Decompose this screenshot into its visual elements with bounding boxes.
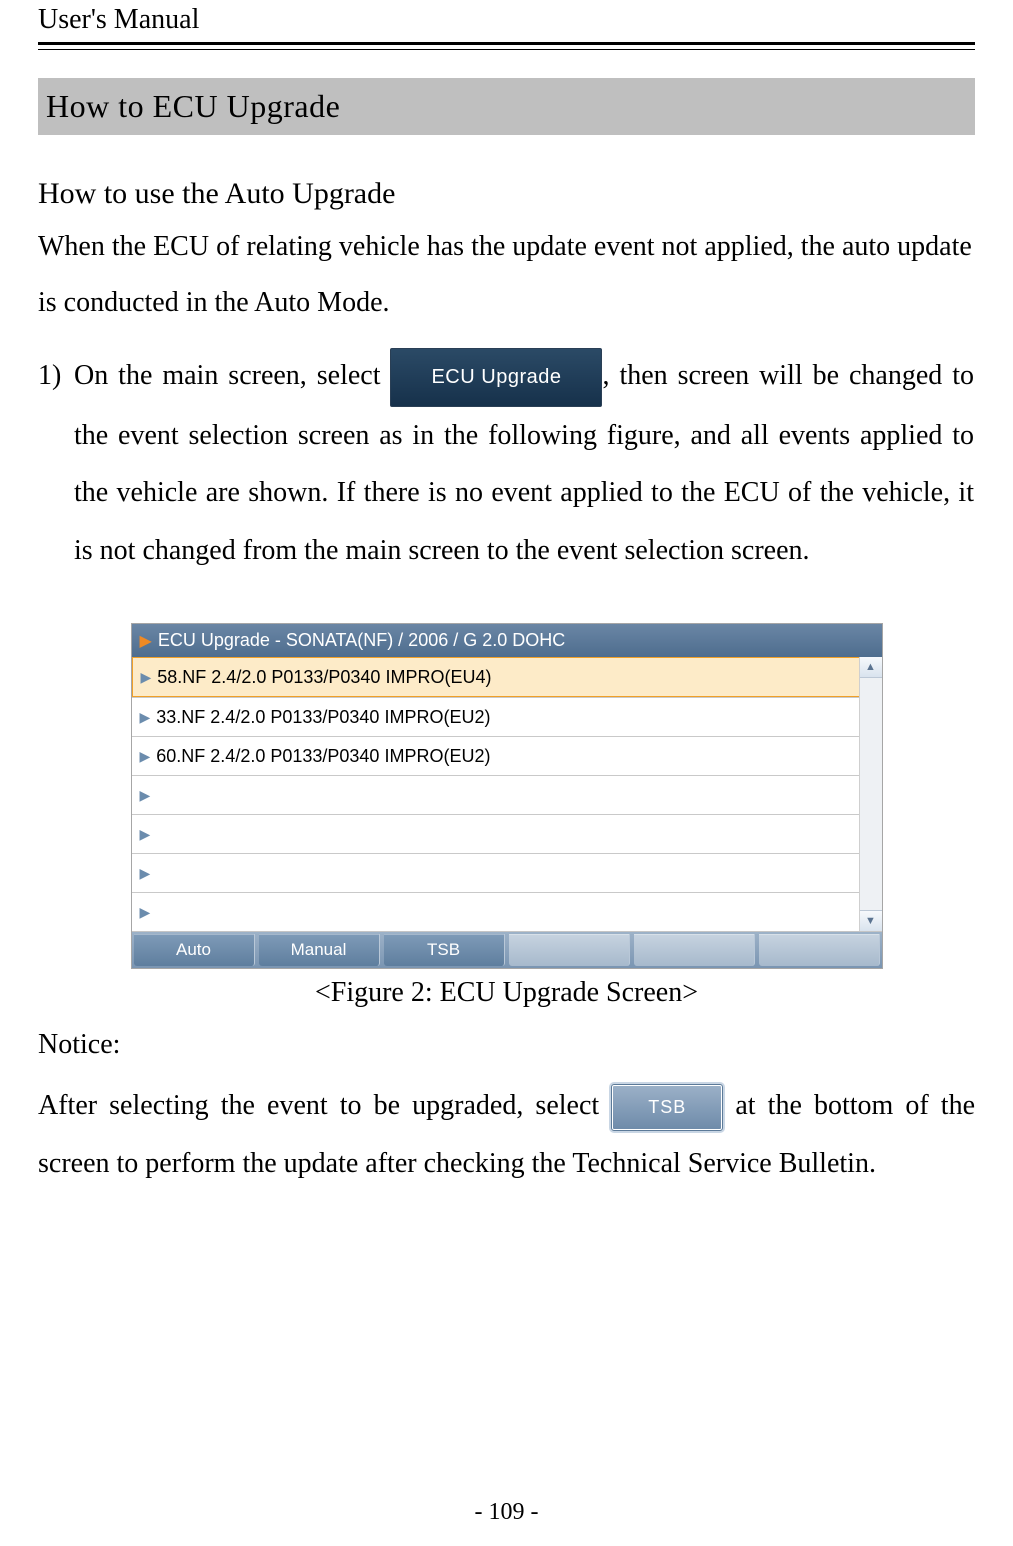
ecu-upgrade-screenshot: ▶ ECU Upgrade - SONATA(NF) / 2006 / G 2.…	[131, 623, 883, 969]
screenshot-tab-bar: Auto Manual TSB	[132, 931, 882, 968]
triangle-icon: ▶	[140, 631, 152, 651]
caret-icon: ▶	[141, 669, 152, 686]
screenshot-title-text: ECU Upgrade - SONATA(NF) / 2006 / G 2.0 …	[158, 630, 565, 651]
tab-manual[interactable]: Manual	[259, 934, 380, 966]
section-heading: How to ECU Upgrade	[38, 78, 975, 135]
step-number: 1)	[38, 347, 74, 579]
list-item[interactable]: ▶ 33.NF 2.4/2.0 P0133/P0340 IMPRO(EU2)	[132, 697, 882, 736]
list-item[interactable]: ▶	[132, 853, 882, 892]
scroll-down-icon[interactable]: ▼	[860, 910, 882, 931]
notice-label: Notice:	[38, 1029, 975, 1061]
tab-ghost	[634, 934, 755, 966]
intro-paragraph: When the ECU of relating vehicle has the…	[38, 219, 975, 331]
caret-icon: ▶	[140, 709, 151, 726]
caret-icon: ▶	[140, 826, 151, 843]
tab-ghost	[759, 934, 880, 966]
manual-title: User's Manual	[38, 0, 975, 36]
scrollbar[interactable]: ▲ ▼	[859, 657, 882, 931]
section-subheading: How to use the Auto Upgrade	[38, 177, 975, 211]
scroll-up-icon[interactable]: ▲	[860, 657, 882, 678]
notice-paragraph: After selecting the event to be upgraded…	[38, 1077, 975, 1192]
list-item[interactable]: ▶	[132, 814, 882, 853]
event-label: 58.NF 2.4/2.0 P0133/P0340 IMPRO(EU4)	[157, 667, 491, 688]
tab-auto[interactable]: Auto	[134, 934, 255, 966]
event-label: 33.NF 2.4/2.0 P0133/P0340 IMPRO(EU2)	[156, 707, 490, 728]
list-item[interactable]: ▶	[132, 775, 882, 814]
caret-icon: ▶	[140, 787, 151, 804]
figure-caption: <Figure 2: ECU Upgrade Screen>	[38, 977, 975, 1009]
list-item[interactable]: ▶ 58.NF 2.4/2.0 P0133/P0340 IMPRO(EU4)	[132, 657, 882, 697]
ecu-upgrade-button[interactable]: ECU Upgrade	[390, 348, 602, 407]
page-number: - 109 -	[0, 1499, 1013, 1526]
event-label: 60.NF 2.4/2.0 P0133/P0340 IMPRO(EU2)	[156, 746, 490, 767]
list-item[interactable]: ▶ 60.NF 2.4/2.0 P0133/P0340 IMPRO(EU2)	[132, 736, 882, 775]
screenshot-titlebar: ▶ ECU Upgrade - SONATA(NF) / 2006 / G 2.…	[132, 624, 882, 657]
tsb-button[interactable]: TSB	[611, 1084, 723, 1131]
header-rule	[38, 42, 975, 50]
tab-ghost	[509, 934, 630, 966]
step-1: 1) On the main screen, select ECU Upgrad…	[38, 347, 975, 579]
caret-icon: ▶	[140, 748, 151, 765]
event-list: ▶ 58.NF 2.4/2.0 P0133/P0340 IMPRO(EU4) ▶…	[132, 657, 882, 931]
caret-icon: ▶	[140, 865, 151, 882]
list-item[interactable]: ▶	[132, 892, 882, 931]
step-text-before-button: On the main screen, select	[74, 360, 390, 391]
tab-tsb[interactable]: TSB	[384, 934, 505, 966]
caret-icon: ▶	[140, 904, 151, 921]
notice-text-before-button: After selecting the event to be upgraded…	[38, 1090, 611, 1121]
